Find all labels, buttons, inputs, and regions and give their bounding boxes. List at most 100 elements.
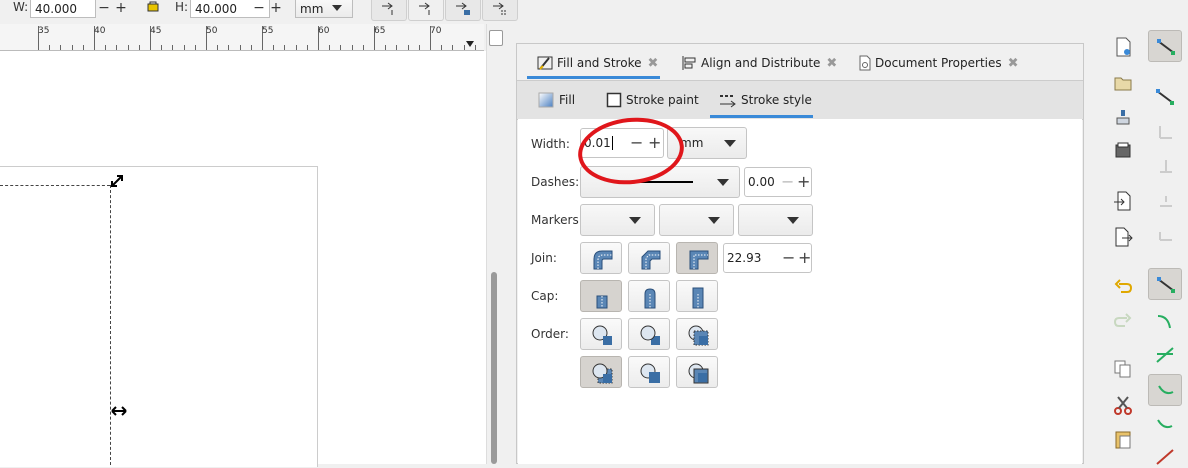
cut-icon[interactable]: [1112, 394, 1134, 416]
page-border: [0, 166, 318, 467]
cap-butt-button[interactable]: [580, 280, 622, 312]
undo-icon[interactable]: [1112, 276, 1134, 298]
tab-document-properties[interactable]: Document Properties ✖: [857, 48, 1019, 78]
join-round-button[interactable]: [580, 242, 622, 274]
print-icon[interactable]: [1112, 140, 1134, 162]
ruler-label: 35: [38, 26, 50, 36]
dash-offset-decrement-button[interactable]: −: [781, 168, 794, 196]
order-stroke-fill-markers-button[interactable]: [628, 318, 670, 350]
align-icon: [682, 56, 696, 70]
snap-midpoints-icon[interactable]: [1154, 446, 1176, 468]
chevron-down-icon: [629, 217, 641, 224]
ruler-tick: [105, 45, 107, 50]
transform-patterns-toggle[interactable]: [482, 0, 518, 21]
order-stroke-markers-fill-button[interactable]: [628, 356, 670, 388]
chevron-down-icon: [787, 217, 799, 224]
snap-nodes-toggle[interactable]: [1148, 268, 1182, 300]
snap-icon: [1157, 39, 1175, 55]
w-input[interactable]: 40.000: [30, 0, 96, 18]
save-document-icon[interactable]: [1112, 106, 1134, 128]
snap-intersections-icon[interactable]: [1154, 344, 1176, 366]
export-icon[interactable]: [1112, 226, 1134, 248]
w-decrement-button[interactable]: −: [97, 0, 111, 18]
import-icon[interactable]: [1112, 190, 1134, 212]
zoom-correction-icon[interactable]: [489, 30, 503, 46]
miter-limit-spinbox[interactable]: 22.93 − +: [723, 243, 812, 273]
drawing-canvas[interactable]: [0, 51, 486, 467]
snap-paths-icon[interactable]: [1154, 310, 1176, 332]
ruler-tick: [217, 45, 219, 50]
dash-offset-spinbox[interactable]: 0.00 − +: [744, 167, 812, 197]
snap-bbox-centers-icon[interactable]: [1154, 226, 1176, 248]
ruler-tick: [239, 45, 241, 50]
round-join-icon: [593, 250, 613, 270]
ruler-tick: [49, 45, 51, 50]
ruler-tick: [396, 45, 398, 50]
paste-icon[interactable]: [1112, 428, 1134, 450]
paint-order-icon: [640, 325, 660, 345]
snap-smooth-nodes-icon[interactable]: [1154, 414, 1176, 436]
order-fill-stroke-markers-button[interactable]: [580, 318, 622, 350]
h-decrement-button[interactable]: −: [252, 0, 266, 18]
paint-order-icon: [592, 325, 612, 345]
scale-corners-toggle[interactable]: [408, 0, 444, 21]
ruler-label: 65: [374, 26, 386, 36]
ruler-tick: [452, 45, 454, 50]
ruler-label: 60: [318, 26, 330, 36]
horizontal-scale-handle-icon[interactable]: [111, 405, 127, 417]
subtab-stroke-style[interactable]: Stroke style: [719, 90, 812, 110]
cap-round-button[interactable]: [628, 280, 670, 312]
copy-icon[interactable]: [1112, 358, 1134, 380]
end-marker-select[interactable]: [738, 204, 813, 236]
subtab-label: Stroke paint: [626, 93, 699, 107]
order-fill-markers-stroke-button[interactable]: [676, 318, 718, 350]
tab-fill-and-stroke[interactable]: Fill and Stroke ✖: [537, 48, 658, 78]
w-increment-button[interactable]: +: [114, 0, 128, 18]
subtab-stroke-paint[interactable]: Stroke paint: [606, 90, 699, 110]
horizontal-ruler[interactable]: 35 40 45 50 55 60 65 70: [0, 24, 484, 51]
snap-bbox-icon[interactable]: [1154, 86, 1176, 108]
snap-cusp-nodes-toggle[interactable]: [1148, 374, 1182, 406]
new-document-icon[interactable]: [1112, 36, 1134, 58]
tab-label: Align and Distribute: [701, 56, 821, 70]
round-cap-icon: [644, 288, 656, 309]
close-icon[interactable]: ✖: [826, 56, 837, 71]
close-icon[interactable]: ✖: [647, 56, 658, 71]
scale-stroke-toggle[interactable]: [371, 0, 407, 21]
tab-align-and-distribute[interactable]: Align and Distribute ✖: [681, 48, 837, 78]
ruler-position-marker: [466, 41, 474, 47]
dash-offset-increment-button[interactable]: +: [797, 168, 810, 196]
snap-bbox-midpoints-icon[interactable]: [1154, 190, 1176, 212]
ruler-tick: [329, 45, 331, 50]
redo-icon[interactable]: [1112, 310, 1134, 332]
ruler-tick: [228, 45, 230, 50]
start-marker-select[interactable]: [580, 204, 655, 236]
scrollbar-thumb[interactable]: [491, 272, 497, 464]
join-miter-button[interactable]: [676, 242, 718, 274]
miter-limit-decrement-button[interactable]: −: [782, 244, 795, 272]
mid-marker-select[interactable]: [659, 204, 734, 236]
lock-icon[interactable]: [147, 0, 159, 12]
paint-order-icon: [640, 363, 660, 383]
order-markers-stroke-fill-button[interactable]: [676, 356, 718, 388]
order-markers-fill-stroke-button[interactable]: [580, 356, 622, 388]
h-increment-button[interactable]: +: [269, 0, 283, 18]
active-subtab-indicator: [710, 115, 813, 118]
snap-bbox-corners-icon[interactable]: [1154, 156, 1176, 178]
unit-select[interactable]: mm: [295, 0, 353, 18]
scale-stroke-icon: [382, 2, 393, 15]
tool-controls-bar: W: 40.000 − + H: 40.000 − + mm: [0, 0, 520, 24]
cap-square-button[interactable]: [676, 280, 718, 312]
document-properties-icon: [859, 55, 871, 71]
join-bevel-button[interactable]: [628, 242, 670, 274]
ruler-tick: [385, 45, 387, 50]
miter-limit-increment-button[interactable]: +: [798, 244, 811, 272]
open-document-icon[interactable]: [1112, 72, 1134, 94]
snap-enable-toggle[interactable]: [1148, 30, 1182, 62]
close-icon[interactable]: ✖: [1008, 56, 1019, 71]
snap-bbox-edges-icon[interactable]: [1154, 122, 1176, 144]
scale-handle-icon[interactable]: [110, 174, 124, 188]
transform-gradients-toggle[interactable]: [445, 0, 481, 21]
stroke-style-icon: [720, 95, 736, 108]
subtab-fill[interactable]: Fill: [538, 90, 575, 110]
